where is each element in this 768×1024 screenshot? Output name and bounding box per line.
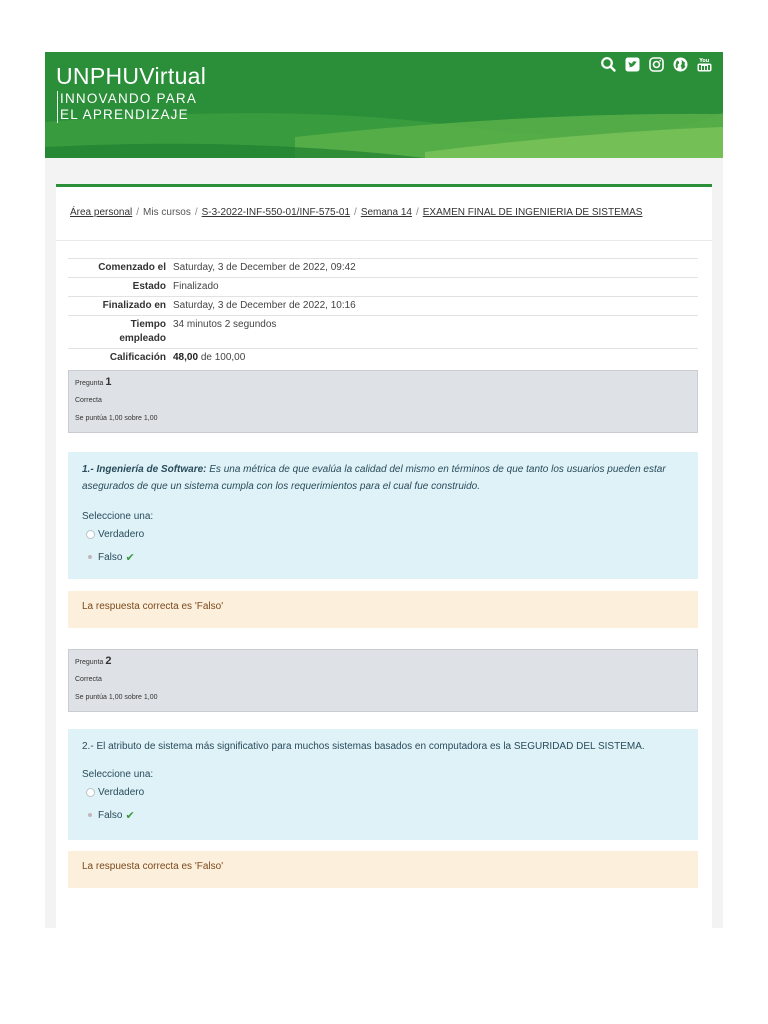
- youtube-icon[interactable]: You: [696, 56, 713, 73]
- summary-label-line: Tiempo: [130, 319, 166, 330]
- question-text: 2.- El atributo de sistema más significa…: [82, 741, 645, 752]
- breadcrumb-home-link[interactable]: Área personal: [70, 207, 132, 218]
- breadcrumb: Área personal / Mis cursos / S-3-2022-INF-55…: [70, 207, 642, 218]
- question-number-value: 2: [105, 655, 112, 667]
- breadcrumb-separator: /: [194, 207, 198, 218]
- page-frame: UNPHUVirtual INNOVANDO PARA EL APRENDIZA…: [45, 52, 723, 928]
- radio-button-selected[interactable]: [86, 811, 95, 820]
- svg-text:You: You: [698, 58, 710, 64]
- summary-label: Finalizado en: [102, 300, 166, 311]
- summary-row-started: Comenzado el Saturday, 3 de December de …: [68, 258, 698, 277]
- correct-answer-text: La respuesta correcta es 'Falso': [82, 861, 224, 872]
- option-verdadero[interactable]: Verdadero: [86, 787, 144, 798]
- summary-row-time: Tiempo empleado 34 minutos 2 segundos: [68, 315, 698, 348]
- breadcrumb-week-link[interactable]: Semana 14: [361, 207, 412, 218]
- feedback-box-2: La respuesta correcta es 'Falso': [68, 851, 698, 888]
- instagram-icon[interactable]: [648, 56, 665, 73]
- summary-label: Tiempo empleado: [68, 318, 173, 346]
- question-label: Pregunta: [75, 659, 104, 666]
- option-label: Verdadero: [98, 529, 145, 540]
- summary-label-line: empleado: [119, 333, 166, 344]
- divider: [56, 240, 712, 241]
- breadcrumb-course-link[interactable]: S-3-2022-INF-550-01/INF-575-01: [202, 207, 350, 218]
- checkmark-icon: ✔: [125, 810, 135, 822]
- twitter-icon[interactable]: [624, 56, 641, 73]
- site-tagline: INNOVANDO PARA EL APRENDIZAJE: [57, 91, 197, 123]
- breadcrumb-separator: /: [354, 207, 357, 218]
- option-label: Falso: [98, 810, 123, 821]
- header-icons: You: [600, 56, 713, 73]
- site-header: UNPHUVirtual INNOVANDO PARA EL APRENDIZA…: [45, 52, 723, 158]
- summary-value: 48,00 de 100,00: [173, 351, 245, 365]
- question-state: Correcta: [75, 676, 102, 683]
- question-text-bold: 1.- Ingeniería de Software:: [82, 464, 207, 475]
- question-grade: Se puntúa 1,00 sobre 1,00: [75, 415, 158, 422]
- breadcrumb-separator: /: [136, 207, 140, 218]
- attempt-summary-table: Comenzado el Saturday, 3 de December de …: [68, 258, 698, 367]
- tagline-line-1: INNOVANDO PARA: [60, 91, 198, 106]
- option-label: Falso: [98, 552, 123, 563]
- question-info-1: Pregunta 1 Correcta Se puntúa 1,00 sobre…: [68, 370, 698, 433]
- question-info-2: Pregunta 2 Correcta Se puntúa 1,00 sobre…: [68, 649, 698, 712]
- grade-max: de 100,00: [200, 352, 246, 363]
- summary-value: Finalizado: [173, 281, 219, 292]
- summary-value: Saturday, 3 de December de 2022, 10:16: [173, 300, 356, 311]
- breadcrumb-my-courses: Mis cursos: [143, 207, 191, 218]
- radio-button[interactable]: [86, 530, 95, 539]
- summary-row-grade: Calificación 48,00 de 100,00: [68, 348, 698, 367]
- option-falso[interactable]: Falso ✔: [86, 809, 135, 822]
- breadcrumb-exam-link[interactable]: EXAMEN FINAL DE INGENIERIA DE SISTEMAS: [423, 207, 643, 218]
- question-content-2: 2.- El atributo de sistema más significa…: [68, 729, 698, 840]
- option-verdadero[interactable]: Verdadero: [86, 529, 144, 540]
- summary-value: Saturday, 3 de December de 2022, 09:42: [173, 262, 356, 273]
- question-number: Pregunta 1: [75, 376, 112, 388]
- search-icon[interactable]: [600, 56, 617, 73]
- option-falso[interactable]: Falso ✔: [86, 551, 135, 564]
- question-grade: Se puntúa 1,00 sobre 1,00: [75, 694, 158, 701]
- summary-row-finished: Finalizado en Saturday, 3 de December de…: [68, 296, 698, 315]
- answer-prompt: Seleccione una:: [82, 769, 154, 780]
- summary-label: Comenzado el: [98, 262, 166, 273]
- question-content-1: 1.- Ingeniería de Software: Es una métri…: [68, 452, 698, 579]
- radio-button-selected[interactable]: [86, 553, 95, 562]
- breadcrumb-separator: /: [415, 207, 419, 218]
- summary-row-state: Estado Finalizado: [68, 277, 698, 296]
- question-state: Correcta: [75, 397, 102, 404]
- feedback-box-1: La respuesta correcta es 'Falso': [68, 591, 698, 628]
- question-text: 1.- Ingeniería de Software: Es una métri…: [82, 461, 682, 495]
- question-number-value: 1: [105, 376, 112, 388]
- option-label: Verdadero: [98, 787, 145, 798]
- question-label: Pregunta: [75, 380, 104, 387]
- question-number: Pregunta 2: [75, 655, 112, 667]
- checkmark-icon: ✔: [125, 552, 135, 564]
- site-logo[interactable]: UNPHUVirtual: [56, 63, 206, 90]
- globe-icon[interactable]: [672, 56, 689, 73]
- answer-prompt: Seleccione una:: [82, 511, 154, 522]
- summary-value: 34 minutos 2 segundos: [173, 319, 277, 330]
- correct-answer-text: La respuesta correcta es 'Falso': [82, 601, 224, 612]
- tagline-line-2: EL APRENDIZAJE: [60, 107, 189, 122]
- grade-score: 48,00: [173, 352, 199, 363]
- radio-button[interactable]: [86, 788, 95, 797]
- summary-label: Calificación: [109, 352, 166, 363]
- summary-label: Estado: [132, 281, 166, 292]
- main-content: Área personal / Mis cursos / S-3-2022-INF-55…: [56, 184, 712, 928]
